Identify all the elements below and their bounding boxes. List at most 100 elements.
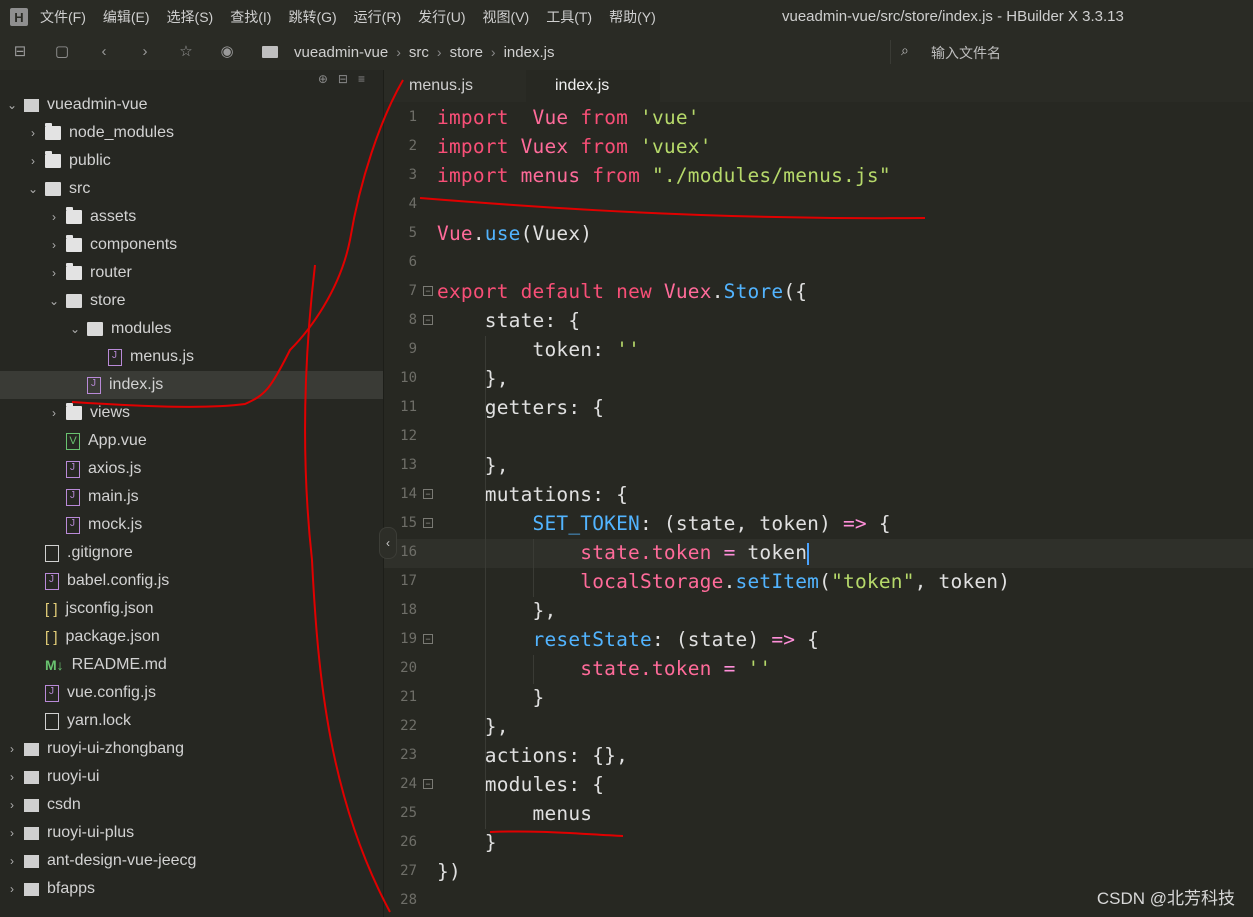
- chevron-right-icon[interactable]: ›: [6, 854, 18, 868]
- explorer-tools[interactable]: ⊕⊟≡: [318, 72, 375, 86]
- tree-item[interactable]: › csdn: [0, 791, 383, 819]
- tree-item[interactable]: › bfapps: [0, 875, 383, 903]
- md-icon: M↓: [45, 657, 64, 673]
- menu-item[interactable]: 文件(F): [40, 7, 86, 27]
- tree-item[interactable]: M↓ README.md: [0, 651, 383, 679]
- breadcrumb-item[interactable]: src: [409, 44, 429, 61]
- tree-item[interactable]: › ruoyi-ui-plus: [0, 819, 383, 847]
- chevron-right-icon: ›: [490, 44, 496, 60]
- tree-item[interactable]: › ruoyi-ui-zhongbang: [0, 735, 383, 763]
- code-line: 5 Vue.use(Vuex): [384, 220, 1253, 249]
- menu-item[interactable]: 帮助(Y): [609, 7, 656, 27]
- tree-item[interactable]: › views: [0, 399, 383, 427]
- save-icon[interactable]: ▢: [52, 42, 72, 62]
- collapse-sidebar-button[interactable]: ‹: [379, 527, 397, 559]
- tree-item[interactable]: index.js: [0, 371, 383, 399]
- chevron-right-icon[interactable]: ›: [6, 798, 18, 812]
- menu-item[interactable]: 选择(S): [167, 7, 214, 27]
- fold-toggle-icon[interactable]: −: [423, 489, 433, 499]
- menu-item[interactable]: 视图(V): [483, 7, 530, 27]
- chevron-right-icon[interactable]: ›: [6, 742, 18, 756]
- back-icon[interactable]: ‹: [94, 42, 114, 62]
- tree-item-label: ruoyi-ui-plus: [47, 824, 135, 841]
- fold-toggle-icon[interactable]: −: [423, 779, 433, 789]
- tree-item[interactable]: ⌄ store: [0, 287, 383, 315]
- chevron-right-icon[interactable]: ›: [48, 406, 60, 420]
- tree-item[interactable]: mock.js: [0, 511, 383, 539]
- file-search-input[interactable]: ⌕ 输入文件名: [890, 40, 1253, 64]
- chevron-right-icon[interactable]: ›: [27, 154, 39, 168]
- chevron-down-icon[interactable]: ⌄: [69, 322, 81, 336]
- forward-icon[interactable]: ›: [135, 42, 155, 62]
- line-number: 24: [400, 776, 417, 792]
- js-icon: [108, 348, 122, 366]
- fold-toggle-icon[interactable]: −: [423, 518, 433, 528]
- code-editor[interactable]: 1 import Vue from 'vue' 2 import Vuex from …: [384, 104, 1253, 917]
- chevron-right-icon[interactable]: ›: [6, 826, 18, 840]
- folder-open-icon: [66, 294, 82, 308]
- tree-item[interactable]: › router: [0, 259, 383, 287]
- menu-item[interactable]: 查找(I): [230, 7, 271, 27]
- menu-item[interactable]: 运行(R): [354, 7, 401, 27]
- tree-item[interactable]: › assets: [0, 203, 383, 231]
- menu-item[interactable]: 编辑(E): [103, 7, 150, 27]
- tree-item[interactable]: › components: [0, 231, 383, 259]
- search-icon: ⌕: [901, 42, 909, 58]
- tree-item[interactable]: .gitignore: [0, 539, 383, 567]
- project-icon: [24, 798, 39, 812]
- breadcrumb-item[interactable]: vueadmin-vue: [294, 44, 388, 61]
- tree-item-label: axios.js: [88, 460, 142, 477]
- tree-item[interactable]: yarn.lock: [0, 707, 383, 735]
- fold-toggle-icon[interactable]: −: [423, 286, 433, 296]
- chevron-right-icon[interactable]: ›: [6, 882, 18, 896]
- chevron-right-icon[interactable]: ›: [48, 238, 60, 252]
- chevron-down-icon[interactable]: ⌄: [6, 98, 18, 112]
- menu-item[interactable]: 跳转(G): [288, 7, 336, 27]
- chevron-right-icon[interactable]: ›: [27, 126, 39, 140]
- tree-item[interactable]: main.js: [0, 483, 383, 511]
- star-icon[interactable]: ☆: [176, 42, 196, 62]
- fold-toggle-icon[interactable]: −: [423, 634, 433, 644]
- tab-menus-js[interactable]: menus.js: [384, 70, 524, 102]
- tree-item-label: .gitignore: [67, 544, 133, 561]
- tree-item[interactable]: vue.config.js: [0, 679, 383, 707]
- chevron-right-icon[interactable]: ›: [6, 770, 18, 784]
- tree-item[interactable]: ⌄ src: [0, 175, 383, 203]
- breadcrumb: vueadmin-vue › src › store › index.js: [262, 42, 554, 62]
- chevron-right-icon[interactable]: ›: [48, 210, 60, 224]
- breadcrumb-item[interactable]: store: [450, 44, 483, 61]
- code-line: 21 }: [384, 684, 1253, 713]
- tree-item[interactable]: ⌄ modules: [0, 315, 383, 343]
- code-line: 22 },: [384, 713, 1253, 742]
- folder-icon: [66, 263, 82, 280]
- chevron-down-icon[interactable]: ⌄: [48, 294, 60, 308]
- tree-item[interactable]: › public: [0, 147, 383, 175]
- line-number: 10: [400, 370, 417, 386]
- breadcrumb-item[interactable]: index.js: [504, 44, 555, 61]
- tree-item[interactable]: › ant-design-vue-jeecg: [0, 847, 383, 875]
- tree-item[interactable]: [ ] package.json: [0, 623, 383, 651]
- project-icon: [24, 742, 39, 756]
- tree-item[interactable]: [ ] jsconfig.json: [0, 595, 383, 623]
- tree-item[interactable]: ⌄ vueadmin-vue: [0, 91, 383, 119]
- run-icon[interactable]: ◉: [217, 42, 237, 62]
- line-number: 12: [400, 428, 417, 444]
- fold-toggle-icon[interactable]: −: [423, 315, 433, 325]
- tree-item[interactable]: babel.config.js: [0, 567, 383, 595]
- folder-icon: [45, 151, 61, 168]
- tree-item-label: modules: [111, 320, 172, 337]
- tree-item[interactable]: menus.js: [0, 343, 383, 371]
- chevron-right-icon[interactable]: ›: [48, 266, 60, 280]
- sidebar-toggle-icon[interactable]: ⊟: [10, 42, 30, 62]
- tab-index-js[interactable]: index.js: [526, 70, 660, 102]
- tree-item[interactable]: axios.js: [0, 455, 383, 483]
- chevron-down-icon[interactable]: ⌄: [27, 182, 39, 196]
- tree-item[interactable]: › ruoyi-ui: [0, 763, 383, 791]
- menu-item[interactable]: 发行(U): [418, 7, 465, 27]
- code-text: }: [484, 831, 497, 854]
- code-text: Vue.use(Vuex): [437, 222, 593, 245]
- menu-item[interactable]: 工具(T): [546, 7, 592, 27]
- line-number: 20: [400, 660, 417, 676]
- tree-item[interactable]: › node_modules: [0, 119, 383, 147]
- tree-item[interactable]: V App.vue: [0, 427, 383, 455]
